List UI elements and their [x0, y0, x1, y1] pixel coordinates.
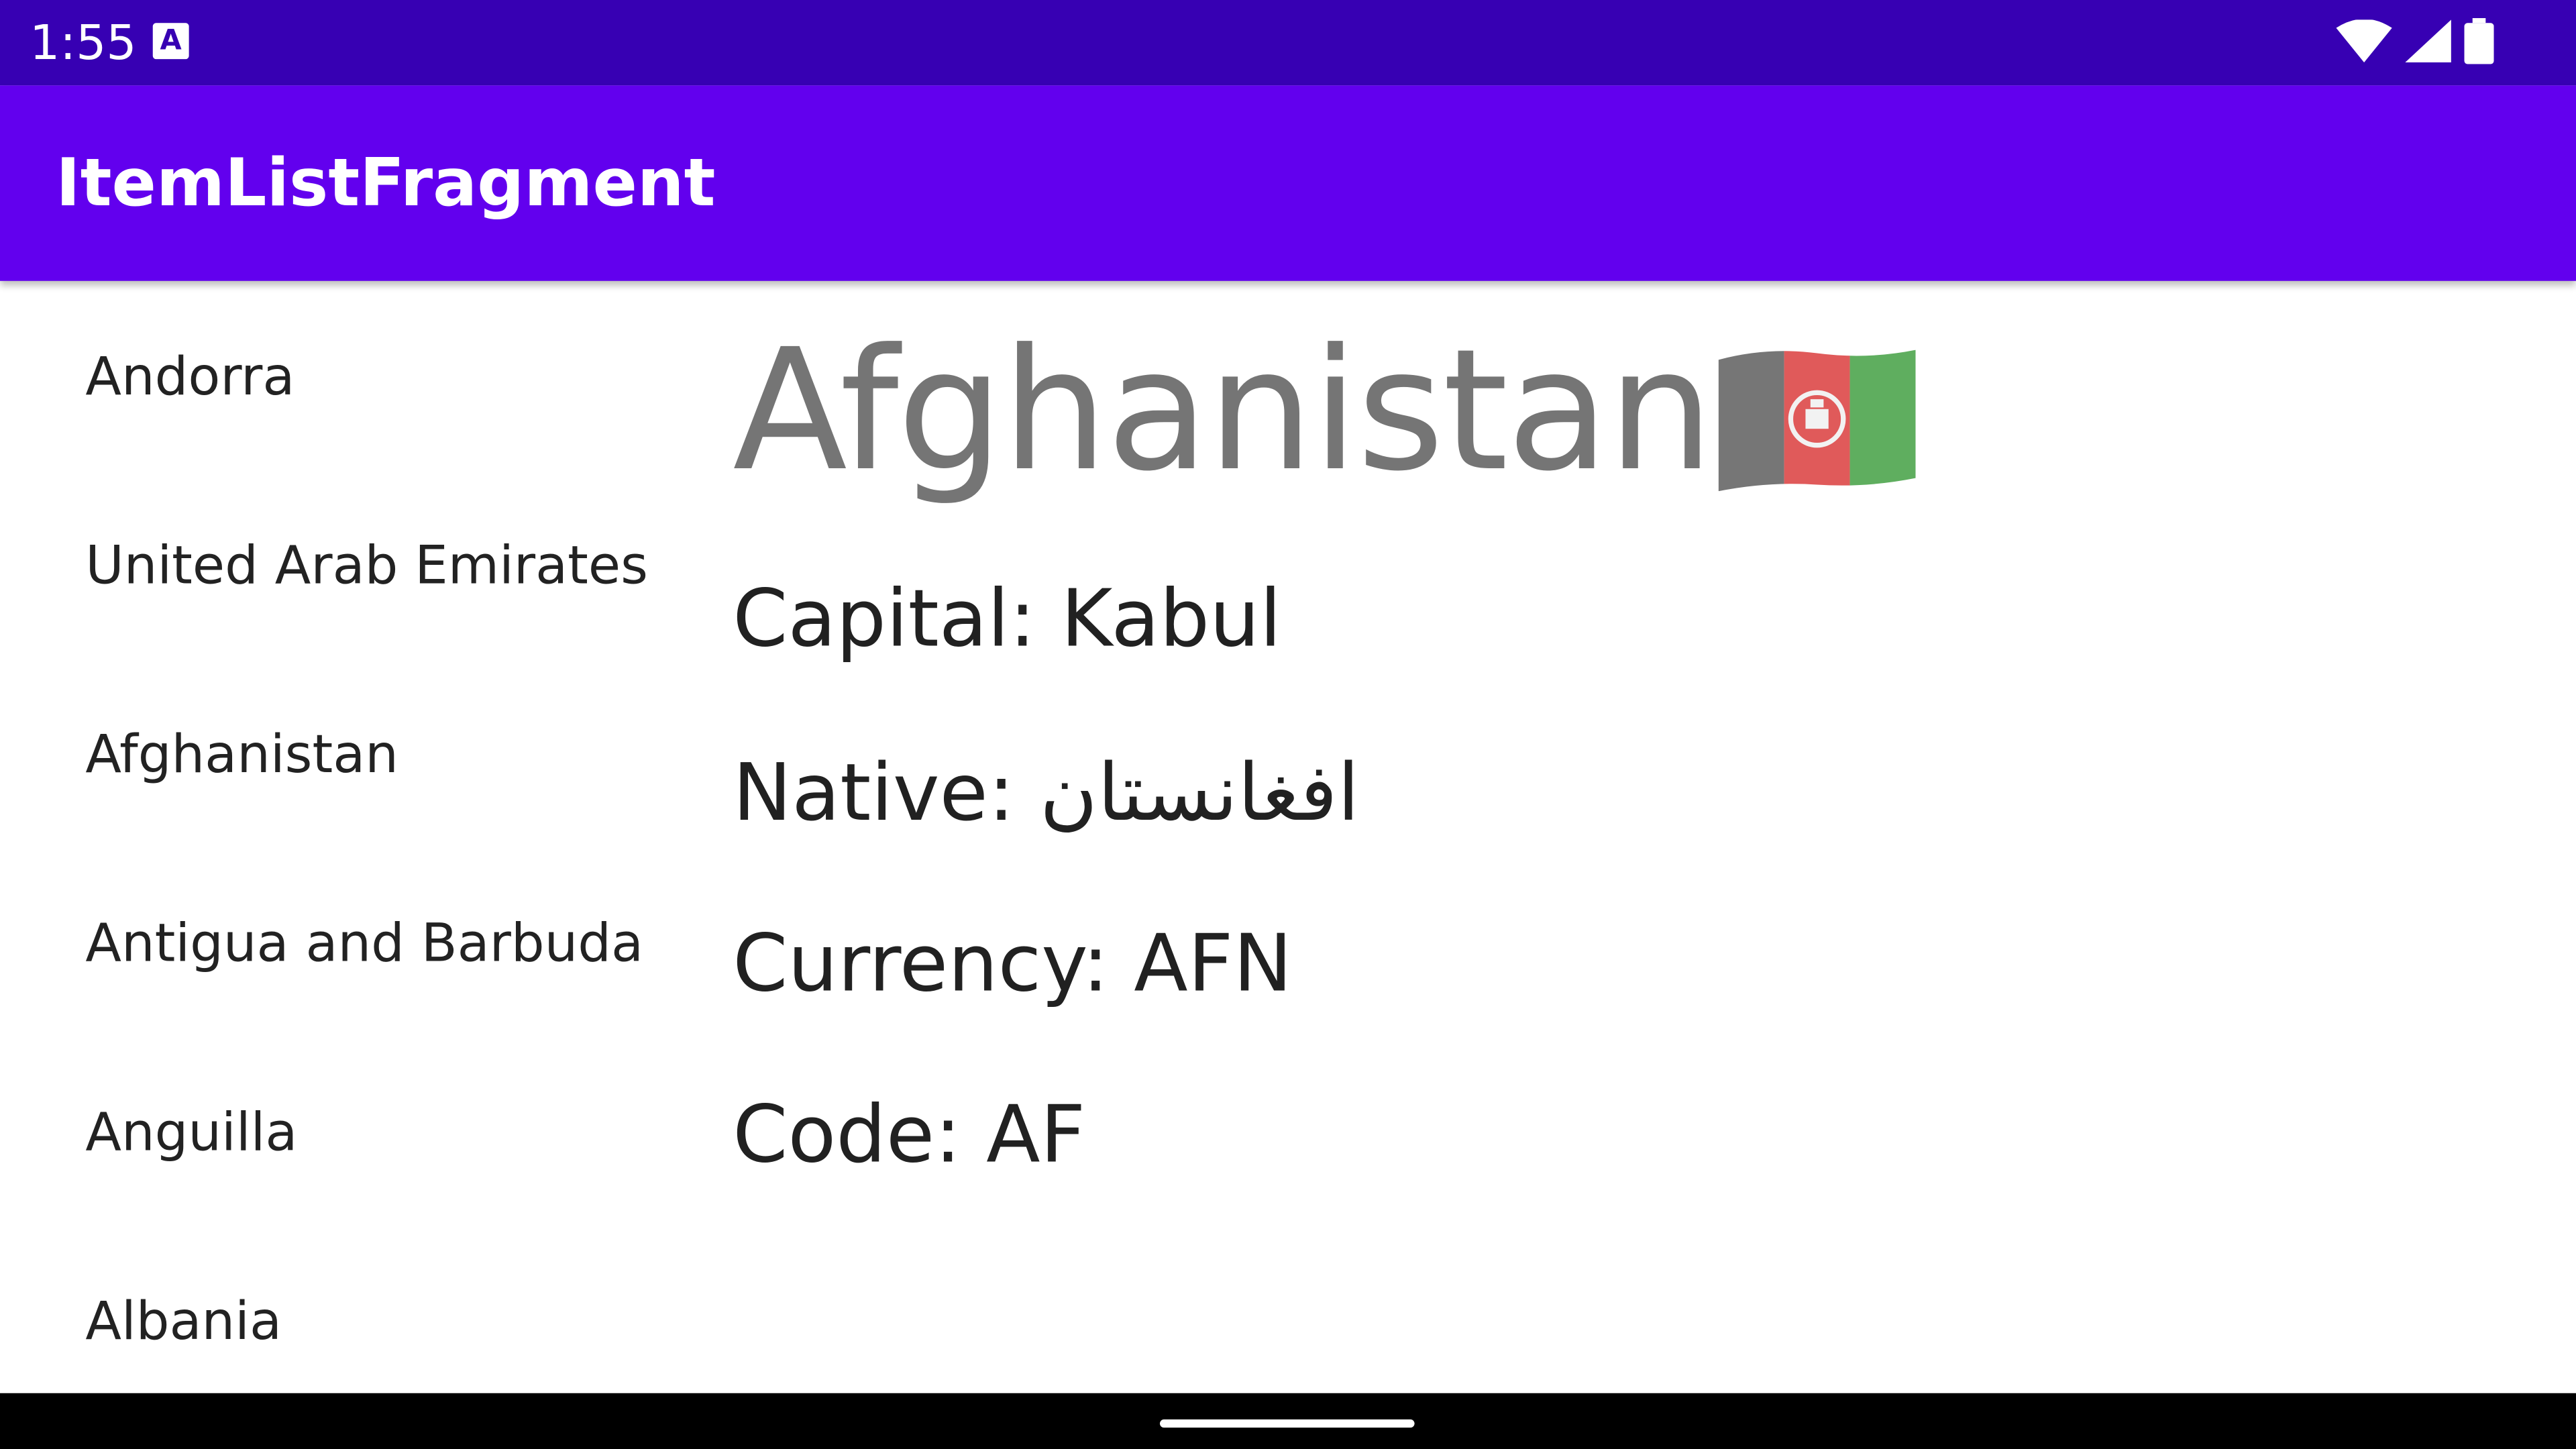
status-icons [2336, 16, 2494, 65]
a-letter-icon: A [152, 23, 189, 60]
code-label: Code: [733, 1089, 987, 1181]
status-bar: 1:55 A [0, 0, 2576, 86]
app-bar: ItemListFragment [0, 85, 2576, 281]
list-item-albania[interactable]: Albania [0, 1226, 690, 1393]
afghanistan-flag-icon [1719, 350, 1917, 492]
wifi-icon [2336, 19, 2392, 63]
home-gesture-handle[interactable] [1159, 1419, 1415, 1428]
cellular-signal-icon [2405, 19, 2451, 63]
native-value: افغانستان [1039, 747, 1360, 840]
app-title: ItemListFragment [56, 146, 716, 222]
currency-value: AFN [1134, 918, 1293, 1011]
content-area: Andorra United Arab Emirates Afghanistan… [0, 280, 2576, 1393]
list-item-andorra[interactable]: Andorra [0, 281, 690, 470]
list-item-united-arab-emirates[interactable]: United Arab Emirates [0, 470, 690, 659]
code-value: AF [986, 1089, 1086, 1181]
detail-code: Code: AF [733, 1089, 1085, 1181]
native-label: Native: [733, 747, 1040, 840]
list-item-afghanistan[interactable]: Afghanistan [0, 659, 690, 848]
status-time: 1:55 [30, 15, 137, 71]
battery-icon [2464, 17, 2494, 64]
detail-currency: Currency: AFN [733, 918, 1292, 1010]
navigation-bar [0, 1393, 2576, 1449]
country-detail: Afghanistan Capital: Kabul Native: افغان… [733, 281, 2540, 1393]
detail-native: Native: افغانستان [733, 747, 1359, 839]
list-item-anguilla[interactable]: Anguilla [0, 1036, 690, 1226]
country-list[interactable]: Andorra United Arab Emirates Afghanistan… [0, 281, 690, 1393]
capital-label: Capital: [733, 573, 1061, 665]
list-item-antigua-and-barbuda[interactable]: Antigua and Barbuda [0, 848, 690, 1037]
capital-value: Kabul [1061, 573, 1282, 665]
currency-label: Currency: [733, 918, 1134, 1011]
detail-country-name: Afghanistan [733, 313, 1714, 510]
detail-capital: Capital: Kabul [733, 574, 1281, 665]
detail-title-row: Afghanistan [733, 313, 1917, 511]
